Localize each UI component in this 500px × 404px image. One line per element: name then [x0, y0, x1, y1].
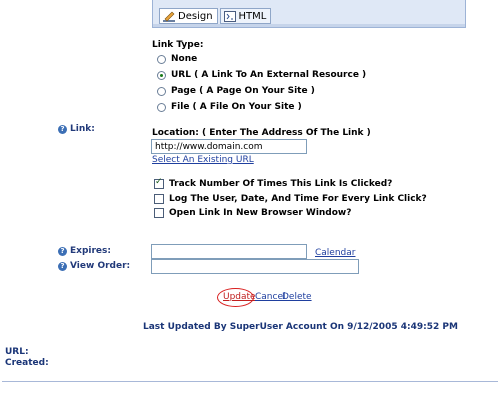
help-icon[interactable]: ?: [58, 246, 67, 256]
link-type-url-label: URL ( A Link To An External Resource ): [171, 70, 367, 80]
location-label: Location: ( Enter The Address Of The Lin…: [152, 128, 371, 138]
link-type-page-label: Page ( A Page On Your Site ): [171, 86, 315, 96]
url-label: URL:: [5, 347, 29, 357]
tab-design-label: Design: [178, 10, 213, 22]
expires-label: ? Expires:: [58, 246, 111, 256]
update-button[interactable]: Update: [223, 292, 256, 302]
footer-divider: [2, 381, 498, 382]
track-clicks-label: Track Number Of Times This Link Is Click…: [169, 179, 393, 189]
calendar-link[interactable]: Calendar: [315, 248, 355, 258]
link-type-none[interactable]: None: [157, 54, 197, 64]
view-order-label-text: View Order:: [70, 261, 131, 271]
delete-button[interactable]: Delete: [282, 292, 312, 302]
tab-html[interactable]: HTML: [219, 8, 272, 24]
tab-html-label: HTML: [238, 10, 267, 22]
link-label-text: Link:: [70, 124, 95, 134]
link-url-input[interactable]: [151, 139, 307, 154]
design-icon: [163, 11, 175, 22]
track-clicks-checkbox[interactable]: [154, 177, 164, 189]
link-type-page[interactable]: Page ( A Page On Your Site ): [157, 86, 315, 96]
view-order-label: ? View Order:: [58, 261, 130, 271]
expires-input[interactable]: [151, 244, 307, 259]
new-window-label: Open Link In New Browser Window?: [169, 208, 352, 218]
editor-tab-strip: Design HTML: [152, 0, 466, 28]
new-window-checkbox[interactable]: [154, 208, 164, 218]
link-type-heading: Link Type:: [152, 40, 204, 50]
log-clicks-checkbox[interactable]: [154, 194, 164, 204]
expires-label-text: Expires:: [70, 246, 111, 256]
help-icon[interactable]: ?: [58, 261, 67, 271]
link-type-none-label: None: [171, 54, 198, 64]
select-existing-url-link[interactable]: Select An Existing URL: [152, 155, 254, 165]
html-icon: [223, 10, 236, 22]
radio-page[interactable]: [157, 86, 166, 96]
radio-none[interactable]: [157, 54, 166, 64]
tab-design[interactable]: Design: [159, 8, 218, 24]
last-updated-text: Last Updated By SuperUser Account On 9/1…: [143, 322, 458, 332]
created-label: Created:: [5, 358, 49, 368]
link-type-file[interactable]: File ( A File On Your Site ): [157, 102, 302, 112]
link-label: ? Link:: [58, 124, 95, 134]
help-icon[interactable]: ?: [58, 124, 67, 134]
link-type-url[interactable]: URL ( A Link To An External Resource ): [157, 70, 366, 80]
cancel-button[interactable]: Cancel: [255, 292, 286, 302]
track-clicks-option[interactable]: Track Number Of Times This Link Is Click…: [154, 177, 393, 189]
log-clicks-label: Log The User, Date, And Time For Every L…: [169, 194, 427, 204]
radio-url[interactable]: [157, 70, 166, 80]
log-clicks-option[interactable]: Log The User, Date, And Time For Every L…: [154, 194, 427, 204]
new-window-option[interactable]: Open Link In New Browser Window?: [154, 208, 351, 218]
link-type-file-label: File ( A File On Your Site ): [171, 102, 302, 112]
view-order-input[interactable]: [151, 259, 359, 274]
radio-file[interactable]: [157, 102, 166, 112]
